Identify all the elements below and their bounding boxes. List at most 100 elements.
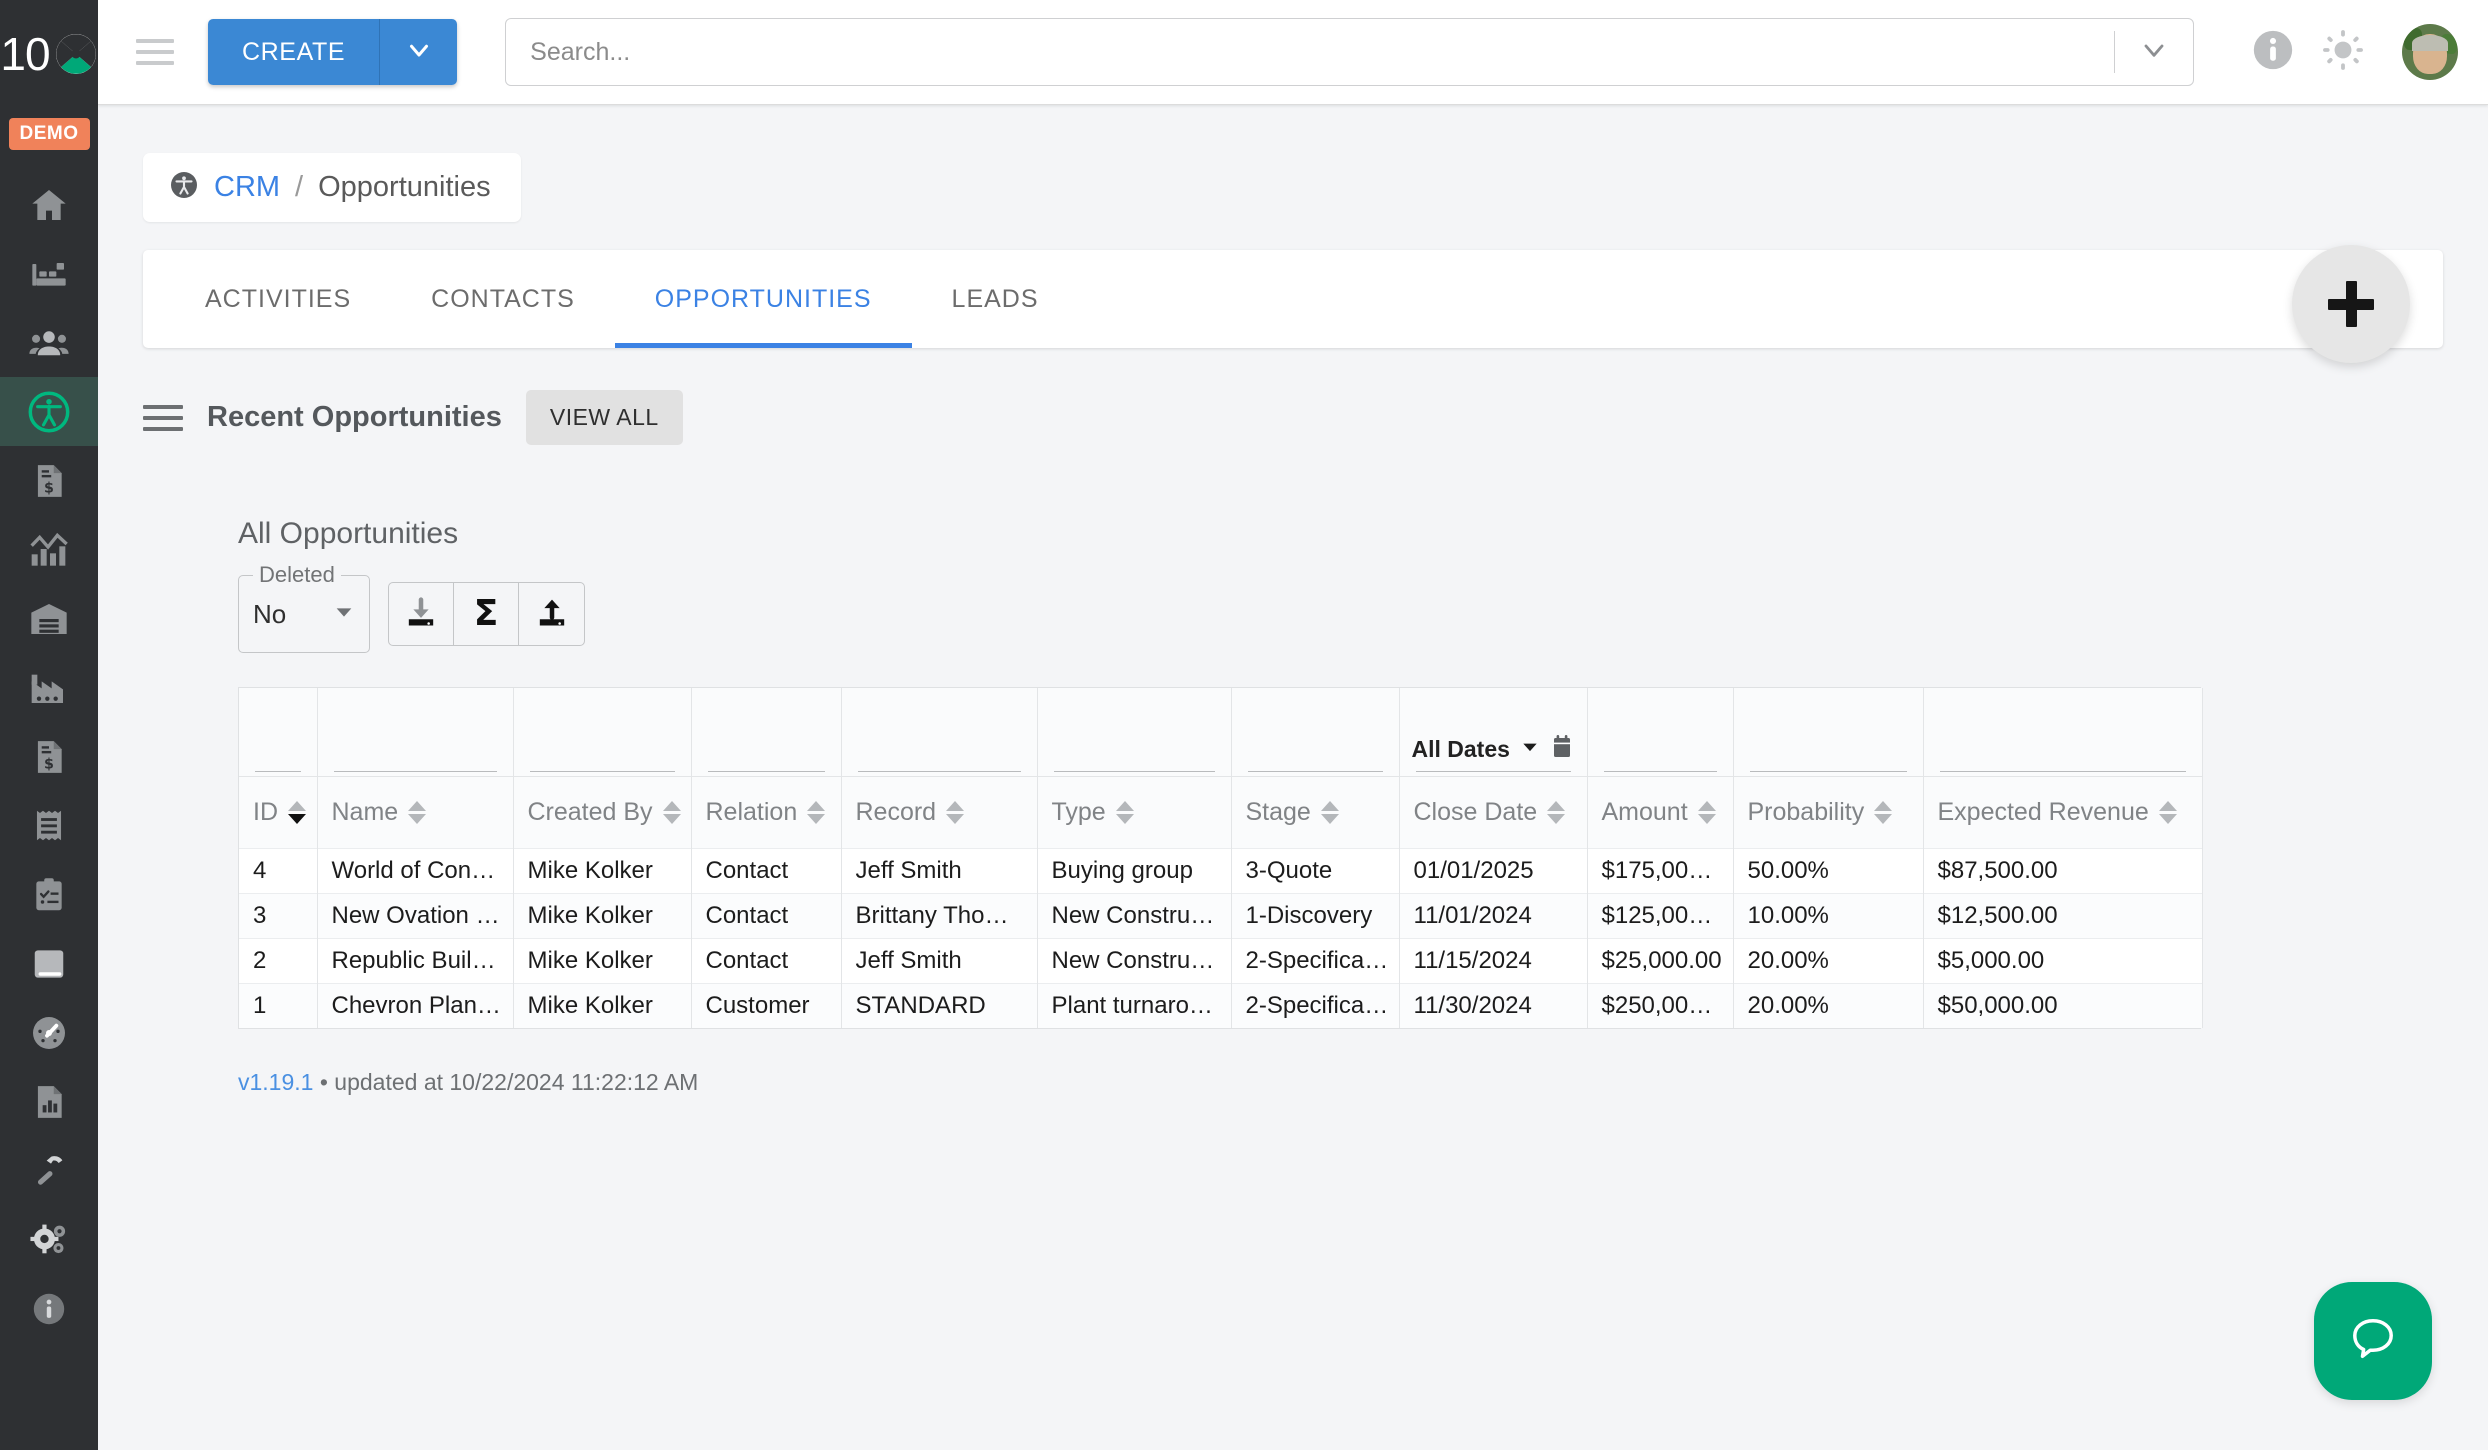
sidebar-item-receipts[interactable] xyxy=(0,791,98,860)
sidebar-item-tools[interactable] xyxy=(0,1136,98,1205)
sidebar-item-reports[interactable] xyxy=(0,1067,98,1136)
cell-created-by[interactable]: Mike Kolker xyxy=(513,892,692,938)
sort-indicator-icon[interactable] xyxy=(288,800,306,824)
sort-indicator-icon[interactable] xyxy=(662,800,681,824)
sidebar-item-plant[interactable] xyxy=(0,653,98,722)
cell-record[interactable]: Jeff Smith xyxy=(841,937,1038,983)
search-bar xyxy=(505,18,2194,86)
column-header-type[interactable]: Type xyxy=(1037,775,1232,848)
caret-down-icon[interactable] xyxy=(1520,737,1540,762)
column-header-id[interactable]: ID xyxy=(239,775,318,848)
column-header-amount[interactable]: Amount xyxy=(1587,775,1734,848)
cell-record[interactable]: Brittany Thompson xyxy=(841,892,1038,938)
cell-stage: 2-Specifications xyxy=(1231,937,1400,983)
breadcrumb-root-link[interactable]: CRM xyxy=(214,171,280,204)
filter-cell-id[interactable] xyxy=(239,688,318,776)
cell-record[interactable]: Jeff Smith xyxy=(841,847,1038,893)
theme-toggle-button[interactable] xyxy=(2308,27,2378,78)
tab-activities[interactable]: ACTIVITIES xyxy=(165,250,391,348)
sidebar-item-contacts[interactable] xyxy=(0,308,98,377)
app-logo[interactable]: 10 xyxy=(0,0,98,108)
sort-indicator-icon[interactable] xyxy=(1115,800,1134,824)
filter-cell-relation[interactable] xyxy=(691,688,842,776)
cell-record[interactable]: STANDARD xyxy=(841,982,1038,1028)
hamburger-menu-icon[interactable] xyxy=(136,39,174,65)
column-header-created-by[interactable]: Created By xyxy=(513,775,692,848)
sort-indicator-icon[interactable] xyxy=(1874,800,1893,824)
filter-cell-type[interactable] xyxy=(1037,688,1232,776)
filter-cell-created-by[interactable] xyxy=(513,688,692,776)
version-link[interactable]: v1.19.1 xyxy=(238,1069,313,1095)
column-header-expected-revenue[interactable]: Expected Revenue xyxy=(1923,775,2203,848)
sidebar-item-performance[interactable] xyxy=(0,998,98,1067)
sort-indicator-icon[interactable] xyxy=(807,800,826,824)
sidebar-item-warehouse[interactable] xyxy=(0,584,98,653)
breadcrumb-current: Opportunities xyxy=(318,171,491,203)
column-header-probability[interactable]: Probability xyxy=(1733,775,1924,848)
create-button[interactable]: CREATE xyxy=(208,19,380,85)
tab-opportunities[interactable]: OPPORTUNITIES xyxy=(614,250,912,348)
sidebar-item-crm[interactable] xyxy=(0,377,98,446)
column-header-relation[interactable]: Relation xyxy=(691,775,842,848)
search-dropdown-button[interactable] xyxy=(2115,34,2193,71)
sidebar-item-settings[interactable] xyxy=(0,1205,98,1274)
table-row[interactable]: 1 Chevron Plant tu ... Mike Kolker Custo… xyxy=(239,982,2203,1028)
tab-contacts[interactable]: CONTACTS xyxy=(391,250,615,348)
sidebar-item-projects[interactable] xyxy=(0,239,98,308)
column-header-name[interactable]: Name xyxy=(317,775,514,848)
table-filter-row: All Dates xyxy=(239,688,2203,776)
column-header-stage[interactable]: Stage xyxy=(1231,775,1400,848)
view-all-button[interactable]: VIEW ALL xyxy=(525,390,683,445)
filter-cell-record[interactable] xyxy=(841,688,1038,776)
cell-id[interactable]: 1 xyxy=(239,982,318,1028)
sidebar-item-analytics[interactable] xyxy=(0,515,98,584)
sort-indicator-icon[interactable] xyxy=(1697,800,1716,824)
aggregate-button[interactable]: Σ xyxy=(454,583,519,645)
filter-cell-expected-revenue[interactable] xyxy=(1923,688,2203,776)
filter-cell-stage[interactable] xyxy=(1231,688,1400,776)
cell-created-by[interactable]: Mike Kolker xyxy=(513,847,692,893)
filter-cell-amount[interactable] xyxy=(1587,688,1734,776)
cell-relation: Contact xyxy=(691,892,842,938)
export-button[interactable] xyxy=(519,583,584,645)
sidebar-item-home[interactable] xyxy=(0,170,98,239)
table-row[interactable]: 3 New Ovation Bui ... Mike Kolker Contac… xyxy=(239,892,2203,938)
table-row[interactable]: 4 World of Concret ... Mike Kolker Conta… xyxy=(239,847,2203,893)
column-header-close-date[interactable]: Close Date xyxy=(1399,775,1588,848)
sort-indicator-icon[interactable] xyxy=(408,800,427,824)
sort-indicator-icon[interactable] xyxy=(1547,800,1566,824)
cell-id[interactable]: 3 xyxy=(239,892,318,938)
sidebar-item-library[interactable] xyxy=(0,929,98,998)
cell-id[interactable]: 2 xyxy=(239,937,318,983)
sort-indicator-icon[interactable] xyxy=(946,800,965,824)
filter-cell-name[interactable] xyxy=(317,688,514,776)
cell-created-by[interactable]: Mike Kolker xyxy=(513,982,692,1028)
cell-name: World of Concret ... xyxy=(317,847,514,893)
chat-widget-button[interactable] xyxy=(2314,1282,2432,1400)
sort-indicator-icon[interactable] xyxy=(2158,800,2177,824)
search-input[interactable] xyxy=(506,37,2114,67)
column-header-record[interactable]: Record xyxy=(841,775,1038,848)
section-title: Recent Opportunities xyxy=(207,401,502,433)
filter-cell-close-date[interactable]: All Dates xyxy=(1399,688,1588,776)
cell-id[interactable]: 4 xyxy=(239,847,318,893)
create-dropdown-button[interactable] xyxy=(379,19,458,85)
cell-created-by[interactable]: Mike Kolker xyxy=(513,937,692,983)
sidebar-item-tasks[interactable] xyxy=(0,860,98,929)
deleted-filter-select[interactable]: Deleted No xyxy=(238,562,370,653)
bed-building-icon xyxy=(29,254,69,294)
import-button[interactable] xyxy=(389,583,454,645)
filter-cell-probability[interactable] xyxy=(1733,688,1924,776)
section-menu-icon[interactable] xyxy=(143,404,183,431)
gears-icon xyxy=(28,1219,70,1261)
calendar-icon[interactable] xyxy=(1550,734,1574,765)
info-button[interactable] xyxy=(2238,27,2308,78)
sidebar-item-about[interactable] xyxy=(0,1274,98,1343)
sidebar-item-billing[interactable]: $ xyxy=(0,722,98,791)
sidebar-item-invoices[interactable]: $ xyxy=(0,446,98,515)
table-row[interactable]: 2 Republic Building Mike Kolker Contact … xyxy=(239,937,2203,983)
user-avatar[interactable] xyxy=(2402,24,2458,80)
tab-leads[interactable]: LEADS xyxy=(912,250,1079,348)
sort-indicator-icon[interactable] xyxy=(1320,800,1339,824)
add-record-fab[interactable] xyxy=(2292,245,2410,363)
